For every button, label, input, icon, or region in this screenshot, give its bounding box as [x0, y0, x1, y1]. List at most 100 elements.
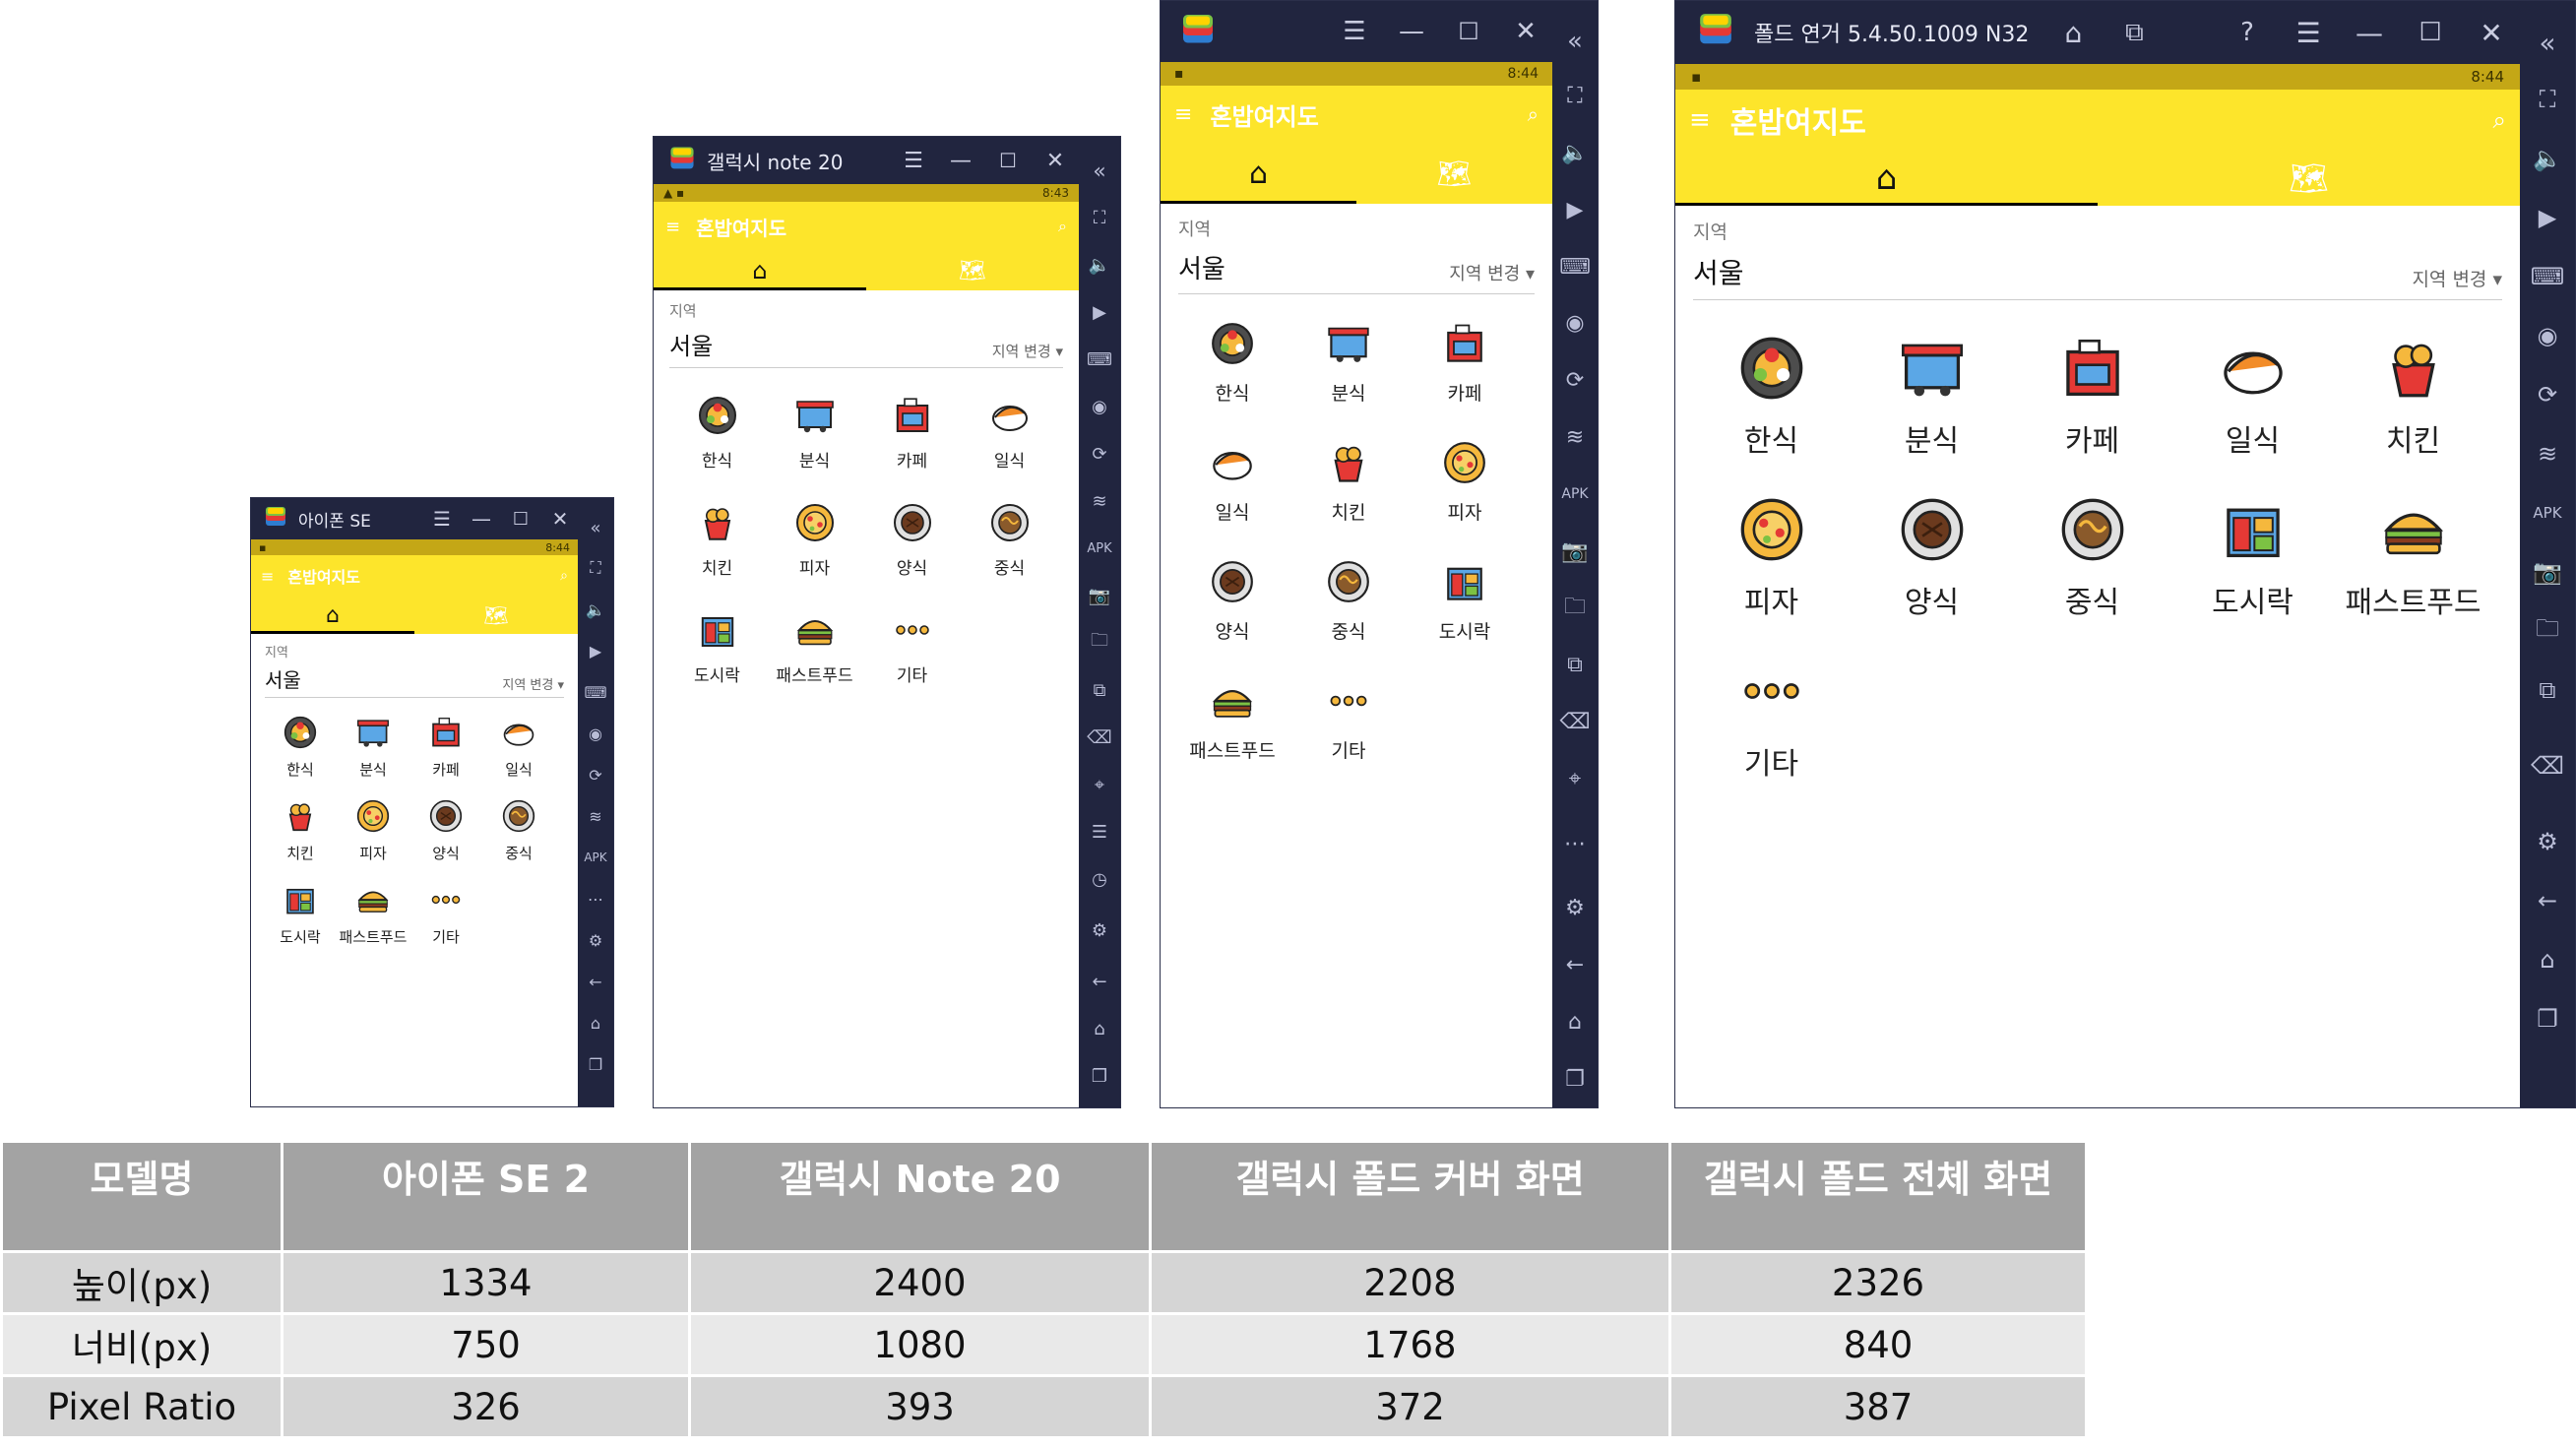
category-item[interactable]: 양식: [409, 799, 482, 863]
play-icon[interactable]: ▶: [1093, 288, 1106, 336]
settings-icon[interactable]: ⚙: [1092, 903, 1107, 958]
play-icon[interactable]: ▶: [1567, 181, 1584, 238]
hamburger-menu-icon[interactable]: ≡: [1689, 105, 1711, 135]
minimize-icon[interactable]: —: [2339, 17, 2400, 49]
category-item[interactable]: 패스트푸드: [766, 610, 863, 686]
back-icon[interactable]: ←: [1566, 937, 1584, 994]
recent-apps-icon[interactable]: ❐: [2537, 989, 2558, 1048]
apk-icon[interactable]: APK: [1561, 466, 1588, 523]
record-icon[interactable]: ◉: [1092, 383, 1107, 430]
hamburger-menu-icon[interactable]: ≡: [1174, 102, 1192, 127]
hamburger-menu-icon[interactable]: ≡: [665, 217, 680, 237]
tab-home[interactable]: ⌂: [1675, 151, 2098, 206]
category-item[interactable]: 양식: [863, 503, 961, 579]
collapse-icon[interactable]: «: [590, 508, 600, 547]
location-icon[interactable]: ⌖: [1569, 750, 1581, 807]
eraser-icon[interactable]: ⌫: [1087, 714, 1111, 761]
search-icon[interactable]: ⌕: [1528, 102, 1539, 126]
settings-icon[interactable]: ⚙: [2537, 812, 2558, 871]
apk-icon[interactable]: APK: [1087, 525, 1111, 572]
region-change-button[interactable]: 지역 변경 ▾: [1449, 260, 1535, 285]
collapse-icon[interactable]: «: [2539, 15, 2555, 70]
category-item[interactable]: 분식: [766, 396, 863, 472]
maximize-icon[interactable]: ☐: [984, 149, 1032, 172]
fullscreen-icon[interactable]: ⛶: [1567, 68, 1582, 125]
menu-icon[interactable]: ☰: [1326, 17, 1383, 46]
eraser-icon[interactable]: ⌫: [2531, 720, 2564, 812]
category-item[interactable]: 일식: [2172, 336, 2333, 460]
maximize-icon[interactable]: ☐: [1440, 18, 1497, 45]
minimize-icon[interactable]: —: [1383, 17, 1440, 46]
tab-map[interactable]: 🗺: [414, 597, 578, 634]
record-icon[interactable]: ◉: [1565, 295, 1584, 352]
home-icon[interactable]: ⌂: [1568, 994, 1582, 1051]
category-item[interactable]: 일식: [482, 716, 555, 780]
home-icon[interactable]: ⌂: [591, 1002, 600, 1043]
category-item[interactable]: 한식: [1691, 336, 1852, 460]
category-item[interactable]: 패스트푸드: [2333, 497, 2493, 621]
category-item[interactable]: 피자: [1407, 441, 1523, 525]
category-item[interactable]: 도시락: [2172, 497, 2333, 621]
category-item[interactable]: 치킨: [2333, 336, 2493, 460]
category-item[interactable]: 도시락: [1407, 560, 1523, 644]
category-item[interactable]: 도시락: [264, 883, 337, 947]
shake-icon[interactable]: ≋: [1566, 409, 1584, 467]
category-item[interactable]: 기타: [1290, 679, 1407, 763]
macro-icon[interactable]: ◷: [1092, 855, 1107, 903]
more-icon[interactable]: ⋯: [1564, 807, 1586, 880]
category-item[interactable]: 치킨: [1290, 441, 1407, 525]
rotate-icon[interactable]: ⟳: [1092, 430, 1106, 477]
keyboard-icon[interactable]: ⌨: [584, 671, 606, 713]
screenshot-icon[interactable]: 📷: [2533, 542, 2562, 601]
tab-map[interactable]: 🗺: [1356, 143, 1552, 204]
multi-instance-icon[interactable]: ⧉: [1094, 666, 1106, 714]
shake-icon[interactable]: ≋: [589, 795, 601, 837]
volume-icon[interactable]: 🔈: [586, 589, 605, 630]
recent-apps-icon[interactable]: ❐: [1565, 1050, 1585, 1107]
tab-home[interactable]: ⌂: [654, 251, 866, 290]
category-item[interactable]: 분식: [1852, 336, 2012, 460]
settings-icon[interactable]: ⚙: [589, 919, 602, 961]
category-item[interactable]: 한식: [264, 716, 337, 780]
close-icon[interactable]: ✕: [2461, 17, 2522, 49]
category-item[interactable]: 치킨: [264, 799, 337, 863]
screenshot-icon[interactable]: 📷: [1561, 523, 1588, 580]
fullscreen-icon[interactable]: ⛶: [2540, 70, 2556, 129]
home-nav-icon[interactable]: ⌂: [2540, 930, 2554, 989]
eraser-icon[interactable]: ⌫: [1559, 694, 1590, 751]
category-item[interactable]: 양식: [1174, 560, 1290, 644]
settings-icon[interactable]: ⚙: [1565, 880, 1585, 937]
back-icon[interactable]: ←: [1092, 958, 1106, 1005]
category-item[interactable]: 기타: [409, 883, 482, 947]
shake-icon[interactable]: ≋: [2538, 424, 2557, 483]
volume-icon[interactable]: 🔈: [2533, 129, 2562, 188]
category-item[interactable]: 도시락: [668, 610, 766, 686]
region-change-button[interactable]: 지역 변경 ▾: [502, 674, 564, 693]
category-item[interactable]: 피자: [337, 799, 409, 863]
apk-icon[interactable]: APK: [2533, 483, 2561, 542]
back-icon[interactable]: ←: [589, 961, 601, 1002]
fullscreen-icon[interactable]: ⛶: [590, 547, 600, 589]
folder-icon[interactable]: 🗀: [2536, 601, 2559, 661]
files-icon[interactable]: ⧉: [2539, 661, 2555, 720]
recent-apps-icon[interactable]: ❐: [589, 1043, 602, 1085]
category-item[interactable]: 패스트푸드: [1174, 679, 1290, 763]
folder-icon[interactable]: 🗀: [1564, 580, 1586, 637]
volume-icon[interactable]: 🔈: [1561, 125, 1588, 182]
category-item[interactable]: 중식: [482, 799, 555, 863]
minimize-icon[interactable]: —: [937, 149, 984, 173]
recent-apps-icon[interactable]: ❐: [1092, 1052, 1107, 1100]
back-icon[interactable]: ←: [2538, 871, 2557, 930]
volume-icon[interactable]: 🔈: [1089, 241, 1110, 288]
close-icon[interactable]: ✕: [1032, 149, 1079, 173]
play-icon[interactable]: ▶: [2539, 188, 2556, 247]
tab-home[interactable]: ⌂: [1161, 143, 1356, 204]
search-icon[interactable]: ⌕: [2493, 106, 2506, 134]
category-item[interactable]: 기타: [863, 610, 961, 686]
category-item[interactable]: 피자: [766, 503, 863, 579]
layers-icon[interactable]: ☰: [1092, 808, 1107, 855]
category-item[interactable]: 중식: [961, 503, 1058, 579]
play-icon[interactable]: ▶: [590, 630, 601, 671]
region-change-button[interactable]: 지역 변경 ▾: [2412, 265, 2502, 291]
multi-instance-icon[interactable]: ⧉: [2104, 18, 2165, 48]
